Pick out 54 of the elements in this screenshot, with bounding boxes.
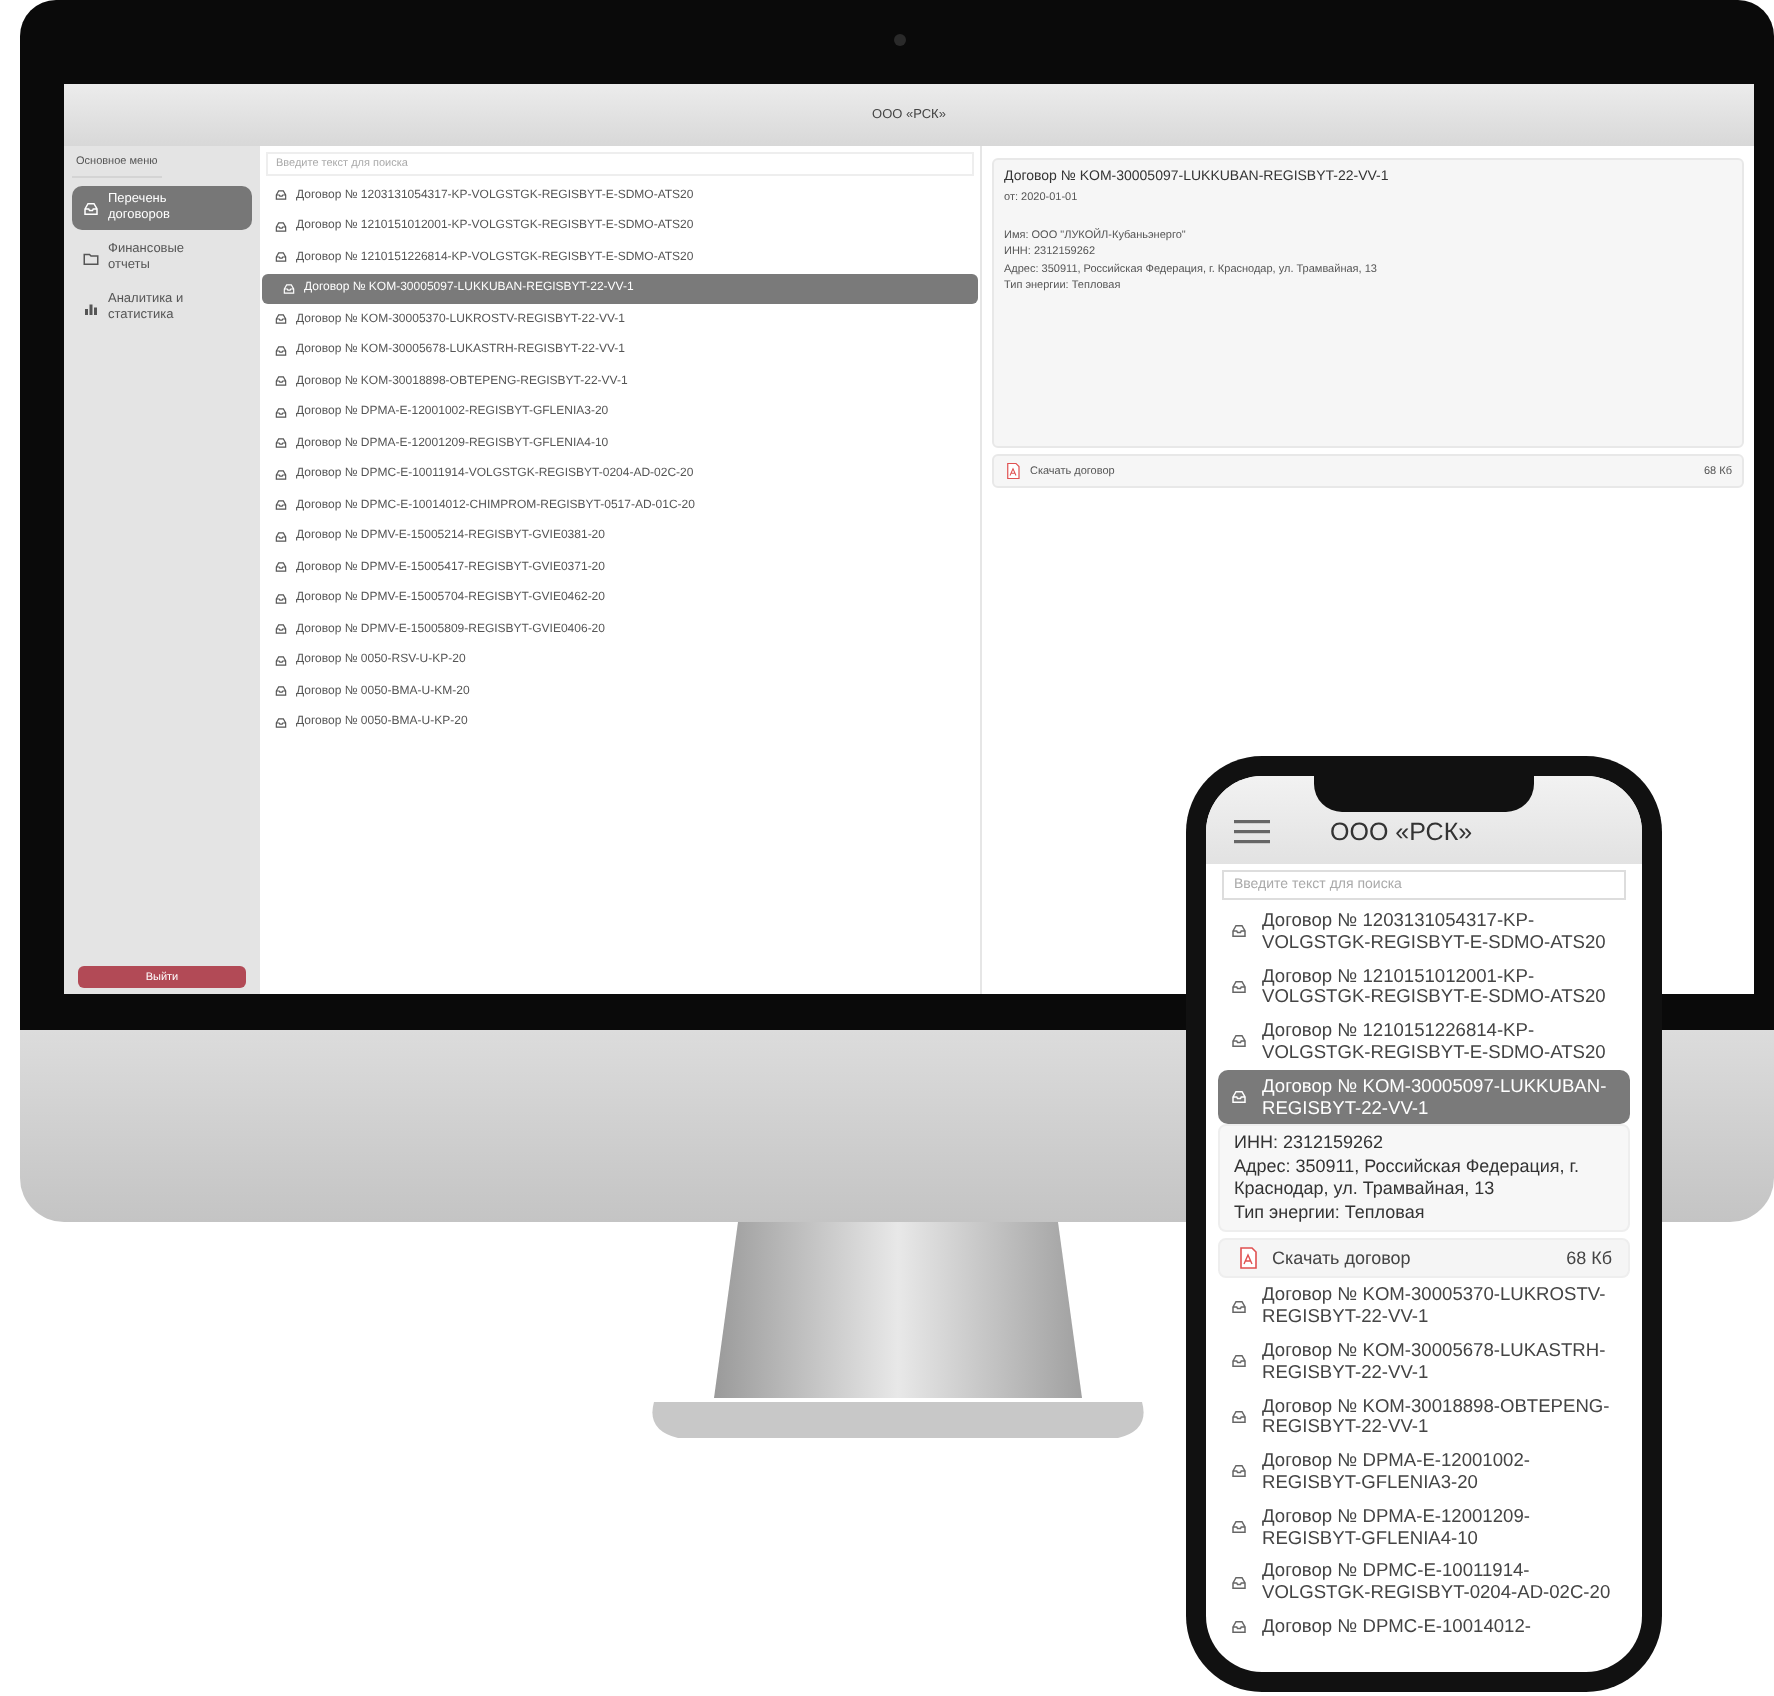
contract-item[interactable]: Договор № KOM-30018898-OBTEPENG-REGISBYT-22-VV-1 (1218, 1389, 1630, 1445)
inbox-icon (1230, 977, 1248, 996)
inbox-icon (274, 653, 288, 668)
inbox-icon (274, 312, 288, 327)
contract-field: ИНН: 2312159262 (1234, 1132, 1616, 1156)
camera-dot (894, 34, 906, 46)
inbox-icon (274, 684, 288, 699)
contract-item[interactable]: Договор № 1203131054317-KP-VOLGSTGK-REGISBYT-E-SDMO-ATS20 (1218, 904, 1630, 960)
inbox-icon (1230, 1297, 1248, 1316)
inbox-icon (1230, 922, 1248, 941)
inbox-icon (1230, 1088, 1248, 1107)
inbox-icon (274, 343, 288, 358)
contract-item[interactable]: Договор № KOM-30005370-LUKROSTV-REGISBYT-22-VV-1 (1218, 1278, 1630, 1334)
contract-item[interactable]: Договор № DPMA-E-12001002-REGISBYT-GFLENIA3-20 (1218, 1444, 1630, 1500)
inbox-icon (274, 622, 288, 637)
contract-item[interactable]: Договор № DPMA-E-12001209-REGISBYT-GFLENIA4-10 (1218, 1499, 1630, 1555)
inbox-icon (82, 199, 100, 217)
inbox-icon (274, 560, 288, 575)
download-label: Скачать договор (1272, 1248, 1411, 1269)
inbox-icon (274, 591, 288, 606)
inbox-icon (274, 498, 288, 513)
folder-icon (82, 249, 100, 267)
inbox-icon (1230, 1462, 1248, 1481)
contract-item[interactable]: Договор № DPMC-E-10014012- (1218, 1609, 1630, 1644)
contract-field: Адрес: 350911, Российская Федерация, г. Краснодар, ул. Трамвайная, 13 (1234, 1155, 1616, 1202)
inbox-icon (1230, 1518, 1248, 1537)
contract-item[interactable]: Договор № 1210151012001-KP-VOLGSTGK-REGISBYT-E-SDMO-ATS20 (1218, 959, 1630, 1015)
inbox-icon (274, 467, 288, 482)
inbox-icon (1230, 1573, 1248, 1592)
inbox-icon (1230, 1032, 1248, 1051)
inbox-icon (274, 374, 288, 389)
inbox-icon (1230, 1617, 1248, 1636)
inbox-icon (274, 529, 288, 544)
contract-field: Тип энергии: Тепловая (1234, 1201, 1616, 1225)
contract-item[interactable]: Договор № DPMC-E-10011914-VOLGSTGK-REGISBYT-0204-AD-02C-20 (1218, 1554, 1630, 1610)
inbox-icon (1230, 1352, 1248, 1371)
contract-item[interactable]: Договор № 1210151226814-KP-VOLGSTGK-REGISBYT-E-SDMO-ATS20 (1218, 1014, 1630, 1070)
bar-chart-icon (82, 299, 100, 317)
inbox-icon (274, 219, 288, 234)
inbox-icon (274, 715, 288, 730)
inbox-icon (274, 250, 288, 265)
inbox-icon (274, 405, 288, 420)
contract-item[interactable]: Договор № KOM-30005678-LUKASTRH-REGISBYT-22-VV-1 (1218, 1333, 1630, 1390)
contract-item[interactable]: Договор № KOM-30005097-LUKKUBAN-REGISBYT-22-VV-1 (1218, 1069, 1630, 1125)
download-link[interactable]: Скачать договор 68 Кб (1218, 1238, 1630, 1279)
inbox-icon (274, 188, 288, 203)
pdf-icon (1236, 1246, 1260, 1271)
menu-icon[interactable] (1234, 820, 1270, 844)
pdf-icon (1004, 462, 1022, 480)
app-title: ООО «РСК» (1330, 818, 1473, 846)
inbox-icon (274, 436, 288, 451)
file-size: 68 Кб (1566, 1248, 1612, 1269)
inbox-icon (282, 281, 296, 296)
inbox-icon (1230, 1407, 1248, 1426)
